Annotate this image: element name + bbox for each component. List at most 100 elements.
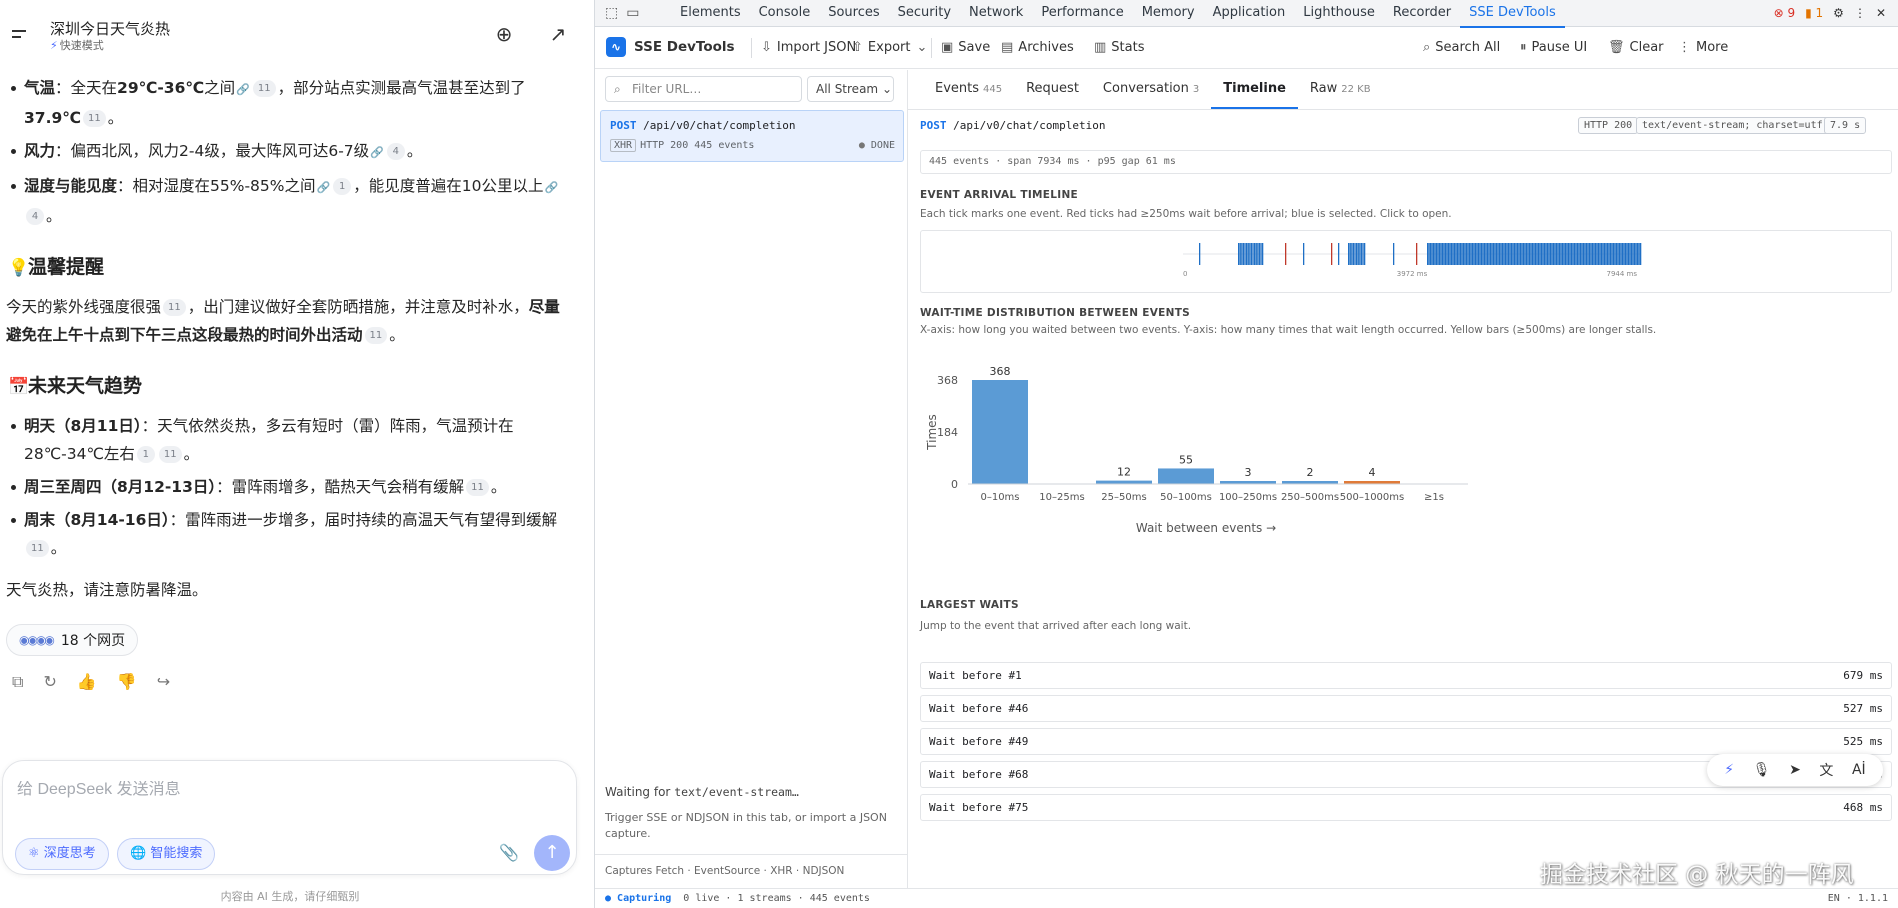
timeline-tick[interactable] — [1605, 243, 1607, 265]
timeline-tick[interactable] — [1542, 243, 1544, 265]
clear-button[interactable]: 🗑 Clear — [1608, 40, 1664, 55]
close-icon[interactable]: ✕ — [1876, 0, 1886, 27]
timeline-tick[interactable] — [1526, 243, 1528, 265]
devtools-tab-security[interactable]: Security — [889, 0, 960, 28]
timeline-tick[interactable] — [1239, 243, 1241, 265]
citation-badge[interactable]: 1 — [333, 178, 352, 195]
menu-icon[interactable] — [12, 30, 26, 40]
stream-select[interactable]: All Stream ⌄ — [807, 76, 894, 102]
save-button[interactable]: ▣ Save — [941, 40, 990, 55]
timeline-tick[interactable] — [1571, 243, 1573, 265]
devtools-tab-application[interactable]: Application — [1204, 0, 1295, 28]
timeline-tick[interactable] — [1535, 243, 1537, 265]
timeline-tick[interactable] — [1527, 243, 1529, 265]
timeline-tick[interactable] — [1484, 243, 1486, 265]
timeline-tick[interactable] — [1509, 243, 1511, 265]
timeline-tick[interactable] — [1554, 243, 1556, 265]
timeline-tick[interactable] — [1257, 243, 1259, 265]
devtools-tab-lighthouse[interactable]: Lighthouse — [1294, 0, 1384, 28]
timeline-tick[interactable] — [1362, 243, 1364, 265]
timeline-tick[interactable] — [1541, 243, 1543, 265]
timeline-tick[interactable] — [1364, 243, 1366, 265]
deep-think-button[interactable]: ⚛ 深度思考 — [15, 838, 109, 870]
timeline-tick[interactable] — [1491, 243, 1493, 265]
timeline-tick[interactable] — [1430, 243, 1432, 265]
timeline-tick[interactable] — [1635, 243, 1637, 265]
timeline-tick[interactable] — [1485, 243, 1487, 265]
timeline-tick[interactable] — [1587, 243, 1589, 265]
timeline-tick[interactable] — [1338, 243, 1340, 265]
timeline-tick[interactable] — [1565, 243, 1567, 265]
timeline-tick[interactable] — [1244, 243, 1246, 265]
timeline-tick[interactable] — [1617, 243, 1619, 265]
timeline-tick[interactable] — [1508, 243, 1510, 265]
timeline-tick[interactable] — [1601, 243, 1603, 265]
citation-badge[interactable]: 11 — [158, 446, 182, 463]
stats-button[interactable]: ▥ Stats — [1094, 40, 1144, 55]
timeline-tick[interactable] — [1472, 243, 1474, 265]
timeline-tick[interactable] — [1242, 243, 1245, 265]
timeline-tick[interactable] — [1351, 243, 1353, 265]
timeline-tick[interactable] — [1463, 243, 1465, 265]
timeline-tick[interactable] — [1614, 243, 1616, 265]
timeline-tick[interactable] — [1626, 243, 1628, 265]
regenerate-icon[interactable]: ↻ — [43, 672, 56, 692]
paperclip-icon[interactable]: 📎 — [499, 843, 519, 862]
timeline-tick[interactable] — [1460, 243, 1462, 265]
timeline-tick[interactable] — [1479, 243, 1481, 265]
tab-conversation[interactable]: Conversation 3 — [1091, 70, 1211, 109]
timeline-tick[interactable] — [1499, 243, 1501, 265]
copy-icon[interactable]: ⧉ — [12, 672, 23, 692]
timeline-tick[interactable] — [1529, 243, 1531, 265]
citation-badge[interactable]: 11 — [364, 327, 388, 344]
send-button[interactable]: ↑ — [534, 835, 570, 871]
timeline-tick[interactable] — [1544, 243, 1546, 265]
timeline-tick[interactable] — [1619, 243, 1621, 265]
timeline-tick[interactable] — [1359, 243, 1361, 265]
timeline-tick[interactable] — [1557, 243, 1559, 265]
translate-icon[interactable]: 文 — [1819, 760, 1833, 780]
citation-badge[interactable]: 4 — [26, 208, 44, 225]
timeline-tick[interactable] — [1539, 243, 1541, 265]
timeline-tick[interactable] — [1436, 243, 1438, 265]
timeline-tick[interactable] — [1250, 243, 1253, 265]
timeline-tick[interactable] — [1440, 243, 1442, 265]
timeline-tick[interactable] — [1637, 243, 1639, 265]
timeline-tick[interactable] — [1550, 243, 1552, 265]
sources-button[interactable]: ◉◉◉◉ 18 个网页 — [6, 624, 139, 656]
timeline-tick[interactable] — [1473, 243, 1475, 265]
timeline-tick[interactable] — [1563, 243, 1565, 265]
new-chat-icon[interactable]: ⊕ — [492, 22, 516, 46]
citation-badge[interactable]: 11 — [83, 110, 106, 127]
search-all-button[interactable]: ⌕ Search All — [1423, 40, 1500, 55]
citation-badge[interactable]: 11 — [466, 479, 489, 496]
wait-row[interactable]: Wait before #1 679 ms — [920, 662, 1892, 689]
timeline-tick[interactable] — [1548, 243, 1550, 265]
timeline-tick[interactable] — [1547, 243, 1549, 265]
devtools-tab-sse-devtools[interactable]: SSE DevTools — [1460, 0, 1565, 28]
timeline-tick[interactable] — [1503, 243, 1505, 265]
thumbs-up-icon[interactable]: 👍 — [77, 672, 97, 692]
error-count[interactable]: ⊗ 9 — [1774, 0, 1796, 27]
timeline-tick[interactable] — [1357, 243, 1359, 265]
timeline-tick[interactable] — [1538, 243, 1540, 265]
timeline-tick[interactable] — [1458, 243, 1460, 265]
more-button[interactable]: ⋮ More — [1678, 40, 1728, 55]
timeline-tick[interactable] — [1524, 243, 1526, 265]
timeline-tick[interactable] — [1476, 243, 1478, 265]
timeline-tick[interactable] — [1496, 243, 1498, 265]
timeline-tick[interactable] — [1490, 243, 1492, 265]
timeline-tick[interactable] — [1590, 243, 1592, 265]
tab-events[interactable]: Events 445 — [923, 70, 1014, 109]
timeline-tick[interactable] — [1393, 243, 1395, 265]
timeline-tick[interactable] — [1575, 243, 1577, 265]
warning-count[interactable]: ▮ 1 — [1805, 0, 1823, 27]
timeline-tick[interactable] — [1599, 243, 1601, 265]
web-search-button[interactable]: 🌐 智能搜索 — [117, 838, 216, 870]
timeline-tick[interactable] — [1246, 243, 1248, 265]
timeline-tick[interactable] — [1532, 243, 1534, 265]
devtools-tab-sources[interactable]: Sources — [819, 0, 888, 28]
timeline-tick[interactable] — [1254, 243, 1256, 265]
devtools-tab-network[interactable]: Network — [960, 0, 1032, 28]
timeline-tick[interactable] — [1448, 243, 1450, 265]
